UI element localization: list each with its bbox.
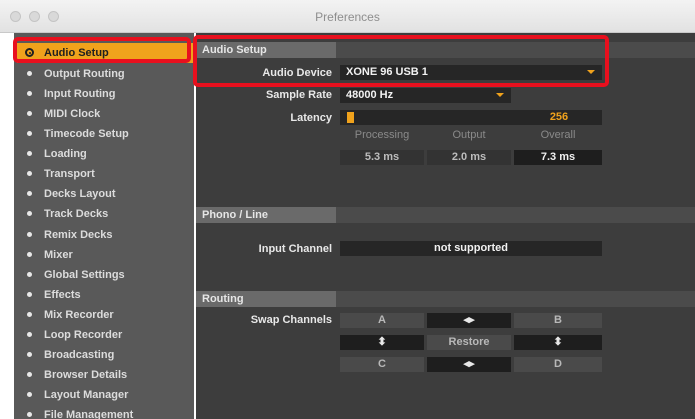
sidebar-item-file-management[interactable]: File Management	[17, 405, 194, 419]
sidebar-item-broadcasting[interactable]: Broadcasting	[17, 345, 194, 365]
sidebar-item-label: Mix Recorder	[44, 309, 114, 321]
sidebar-item-label: MIDI Clock	[44, 108, 101, 120]
sidebar-item-label: Output Routing	[44, 68, 125, 80]
phono-line-header: Phono / Line	[196, 207, 695, 223]
sidebar-item-effects[interactable]: Effects	[17, 285, 194, 305]
sidebar-item-label: Mixer	[44, 249, 73, 261]
bullet-icon	[27, 252, 32, 257]
output-label: Output	[452, 129, 486, 141]
sidebar-item-layout-manager[interactable]: Layout Manager	[17, 385, 194, 405]
bullet-icon	[27, 292, 32, 297]
settings-panel: Audio Setup Audio Device XONE 96 USB 1 S…	[196, 33, 695, 419]
sidebar-item-label: Transport	[44, 168, 95, 180]
swap-ab-button[interactable]: ◂▸	[427, 313, 511, 328]
sidebar-item-transport[interactable]: Transport	[17, 164, 194, 184]
output-readout: 2.0 ms	[427, 150, 511, 165]
sidebar-item-mixer[interactable]: Mixer	[17, 245, 194, 265]
sidebar-item-browser-details[interactable]: Browser Details	[17, 365, 194, 385]
input-channel-label: Input Channel	[258, 243, 332, 255]
routing-header: Routing	[196, 291, 695, 307]
latency-label: Latency	[290, 112, 332, 124]
section-title: Phono / Line	[196, 207, 336, 223]
bullet-icon	[27, 91, 32, 96]
bullet-icon	[27, 372, 32, 377]
sidebar-item-label: Broadcasting	[44, 349, 115, 361]
sidebar-item-loop-recorder[interactable]: Loop Recorder	[17, 325, 194, 345]
bullet-icon	[27, 171, 32, 176]
sidebar-item-input-routing[interactable]: Input Routing	[17, 84, 194, 104]
channel-a-button[interactable]: A	[340, 313, 424, 328]
bullet-icon	[27, 232, 32, 237]
sidebar-item-label: Layout Manager	[44, 389, 129, 401]
sidebar-item-global-settings[interactable]: Global Settings	[17, 265, 194, 285]
swap-cd-button[interactable]: ◂▸	[427, 357, 511, 372]
window-title: Preferences	[315, 10, 380, 24]
overall-readout: 7.3 ms	[514, 150, 602, 165]
sidebar-item-label: File Management	[44, 409, 134, 419]
bullet-icon	[27, 412, 32, 417]
bullet-icon	[27, 131, 32, 136]
sidebar-item-midi-clock[interactable]: MIDI Clock	[17, 104, 194, 124]
swap-channels-label: Swap Channels	[250, 314, 332, 326]
sidebar-item-label: Remix Decks	[44, 229, 113, 241]
latency-value: 256	[516, 110, 602, 125]
sidebar-item-label: Track Decks	[44, 208, 109, 220]
bullet-icon	[27, 272, 32, 277]
overall-label: Overall	[540, 129, 576, 141]
sidebar-item-label: Decks Layout	[44, 188, 116, 200]
latency-slider-handle[interactable]	[347, 112, 354, 123]
bullet-icon	[27, 211, 32, 216]
bullet-icon	[27, 191, 32, 196]
bullet-icon	[27, 332, 32, 337]
sidebar-item-remix-decks[interactable]: Remix Decks	[17, 225, 194, 245]
channel-d-button[interactable]: D	[514, 357, 602, 372]
swap-bd-button[interactable]: ⬍	[514, 335, 602, 350]
sidebar-item-label: Effects	[44, 289, 81, 301]
preferences-sidebar: Audio Setup Output Routing Input Routing…	[14, 33, 194, 419]
bullet-icon	[27, 71, 32, 76]
sidebar-item-label: Input Routing	[44, 88, 116, 100]
sidebar-item-mix-recorder[interactable]: Mix Recorder	[17, 305, 194, 325]
restore-button[interactable]: Restore	[427, 335, 511, 350]
sidebar-item-track-decks[interactable]: Track Decks	[17, 204, 194, 224]
sidebar-item-label: Loading	[44, 148, 87, 160]
bullet-icon	[27, 352, 32, 357]
highlight-audio-device	[193, 35, 609, 87]
processing-label: Processing	[354, 129, 410, 141]
channel-b-button[interactable]: B	[514, 313, 602, 328]
sample-rate-value: 48000 Hz	[346, 89, 394, 101]
section-title: Routing	[196, 291, 336, 307]
input-channel-field[interactable]: not supported	[340, 241, 602, 256]
input-channel-value: not supported	[434, 242, 508, 254]
swap-ac-button[interactable]: ⬍	[340, 335, 424, 350]
bullet-icon	[27, 111, 32, 116]
bullet-icon	[27, 151, 32, 156]
bullet-icon	[27, 312, 32, 317]
sample-rate-dropdown[interactable]: 48000 Hz	[340, 88, 511, 103]
channel-c-button[interactable]: C	[340, 357, 424, 372]
dropdown-caret-icon	[496, 93, 504, 97]
sidebar-item-output-routing[interactable]: Output Routing	[17, 64, 194, 84]
highlight-audio-setup	[13, 37, 191, 63]
processing-readout: 5.3 ms	[340, 150, 424, 165]
bullet-icon	[27, 392, 32, 397]
sample-rate-label: Sample Rate	[265, 89, 332, 101]
sidebar-item-loading[interactable]: Loading	[17, 144, 194, 164]
sidebar-item-timecode-setup[interactable]: Timecode Setup	[17, 124, 194, 144]
sidebar-item-label: Loop Recorder	[44, 329, 123, 341]
sidebar-item-label: Global Settings	[44, 269, 125, 281]
sidebar-item-label: Browser Details	[44, 369, 128, 381]
sidebar-item-label: Timecode Setup	[44, 128, 129, 140]
title-bar: Preferences	[0, 0, 695, 33]
sidebar-item-decks-layout[interactable]: Decks Layout	[17, 184, 194, 204]
